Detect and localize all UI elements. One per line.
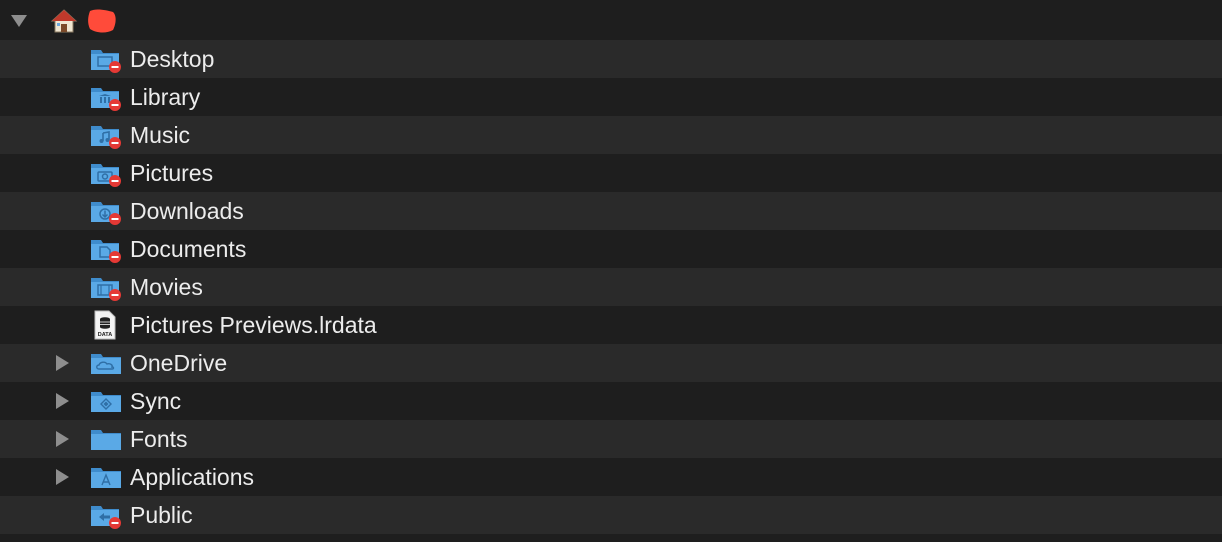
list-item-pictures-previews-lrdata[interactable]: DATA Pictures Previews.lrdata xyxy=(0,306,1222,344)
sync-folder-icon xyxy=(90,387,122,415)
list-item-documents[interactable]: Documents xyxy=(0,230,1222,268)
redacted-username-mark xyxy=(86,8,118,34)
list-item-music[interactable]: Music xyxy=(0,116,1222,154)
applications-folder-icon xyxy=(90,463,122,491)
list-item-label: Movies xyxy=(130,274,203,300)
disclosure-triangle-collapsed-icon[interactable] xyxy=(53,468,71,486)
downloads-folder-icon xyxy=(90,197,122,225)
list-item-label: Pictures Previews.lrdata xyxy=(130,312,377,338)
list-item-label: Fonts xyxy=(130,426,188,452)
list-item-pictures[interactable]: Pictures xyxy=(0,154,1222,192)
public-folder-icon xyxy=(90,501,122,529)
list-item-fonts[interactable]: Fonts xyxy=(0,420,1222,458)
pictures-folder-icon xyxy=(90,159,122,187)
list-item-label: Sync xyxy=(130,388,182,414)
list-item-applications[interactable]: Applications xyxy=(0,458,1222,496)
disclosure-triangle-collapsed-icon[interactable] xyxy=(53,392,71,410)
list-item-onedrive[interactable]: OneDrive xyxy=(0,344,1222,382)
list-item-desktop[interactable]: Desktop xyxy=(0,40,1222,78)
file-outline-list: Desktop Library Music Pictures Downloads… xyxy=(0,0,1222,542)
disclosure-triangle-collapsed-icon[interactable] xyxy=(53,354,71,372)
list-item-label: Downloads xyxy=(130,198,244,224)
root-row-home[interactable] xyxy=(0,0,1222,40)
list-item-label: Music xyxy=(130,122,191,148)
list-item-label: Pictures xyxy=(130,160,214,186)
documents-folder-icon xyxy=(90,235,122,263)
home-icon xyxy=(50,8,78,34)
list-item-label: Documents xyxy=(130,236,247,262)
svg-text:DATA: DATA xyxy=(98,332,112,338)
cloud-folder-icon xyxy=(90,349,122,377)
list-item-movies[interactable]: Movies xyxy=(0,268,1222,306)
desktop-folder-icon xyxy=(90,45,122,73)
list-item-library[interactable]: Library xyxy=(0,78,1222,116)
list-item-sync[interactable]: Sync xyxy=(0,382,1222,420)
list-item-partial xyxy=(0,534,1222,542)
library-folder-icon xyxy=(90,83,122,111)
list-item-label: Desktop xyxy=(130,46,215,72)
list-item-label: Library xyxy=(130,84,201,110)
list-item-label: Applications xyxy=(130,464,255,490)
list-item-label: Public xyxy=(130,502,193,528)
disclosure-triangle-expanded-icon[interactable] xyxy=(10,11,28,29)
data-file-icon: DATA xyxy=(94,310,116,340)
disclosure-triangle-collapsed-icon[interactable] xyxy=(53,430,71,448)
movies-folder-icon xyxy=(90,273,122,301)
list-item-label: OneDrive xyxy=(130,350,228,376)
music-folder-icon xyxy=(90,121,122,149)
folder-icon xyxy=(90,425,122,453)
list-item-downloads[interactable]: Downloads xyxy=(0,192,1222,230)
list-item-public[interactable]: Public xyxy=(0,496,1222,534)
